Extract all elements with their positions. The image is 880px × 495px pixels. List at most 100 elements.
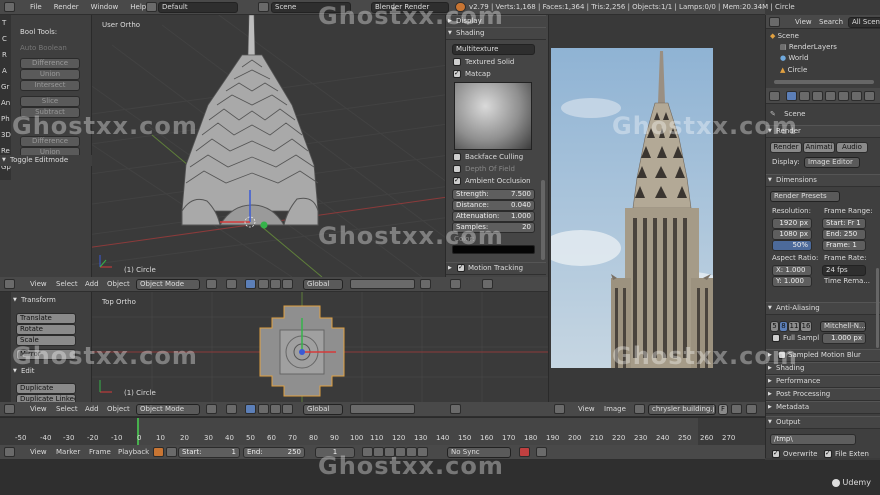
shading-icon-bottom[interactable] — [206, 404, 217, 414]
aa-11-button[interactable]: 11 — [788, 321, 800, 332]
bool-intersect-button[interactable]: Intersect — [20, 80, 80, 91]
move-icon[interactable] — [258, 279, 269, 289]
constraint-tab-icon[interactable] — [851, 91, 862, 101]
orientation-select[interactable]: Global — [303, 279, 343, 290]
menu-add-bottom[interactable]: Add — [85, 405, 99, 414]
aspect-y-field[interactable]: Y: 1.000 — [772, 276, 812, 287]
frame-start-field[interactable]: Start: Fr 1 — [822, 218, 866, 229]
aa-5-button[interactable]: 5 — [770, 321, 779, 332]
modifier-tab-icon[interactable] — [864, 91, 875, 101]
pivot-icon-bottom[interactable] — [226, 404, 237, 414]
aa-filter-select[interactable]: Mitchell-N... — [820, 321, 866, 332]
aa-size-field[interactable]: 1.000 px — [822, 333, 866, 344]
image-editor-type-icon[interactable] — [554, 404, 565, 414]
aa-8-button[interactable]: 8 — [779, 321, 788, 332]
image-file-select[interactable]: chrysler building.jpg — [648, 404, 716, 415]
render-button[interactable]: Render — [770, 142, 802, 153]
metadata-section[interactable]: Metadata — [766, 401, 880, 414]
image-close-icon[interactable] — [731, 404, 742, 414]
menu-help[interactable]: Help — [130, 3, 146, 11]
world-tab-icon[interactable] — [825, 91, 836, 101]
layout-icon[interactable] — [146, 2, 157, 12]
resolution-x-field[interactable]: 1920 px — [772, 218, 812, 229]
menu-select-bottom[interactable]: Select — [56, 405, 78, 414]
outliner-type-icon[interactable] — [769, 17, 780, 27]
ao-attenuation-field[interactable]: Attenuation: 1.000 — [452, 211, 535, 222]
info-editor-icon[interactable] — [4, 2, 15, 12]
manipulator-icon-bottom[interactable] — [245, 404, 256, 414]
tab-3d[interactable]: 3D — [1, 131, 11, 140]
ao-checkbox[interactable] — [453, 176, 461, 185]
menu-object[interactable]: Object — [107, 280, 130, 289]
editor-type-icon-bottom[interactable] — [4, 404, 15, 414]
display-select[interactable]: Image Editor — [804, 157, 860, 168]
timeline[interactable]: -50 -40 -30 -20 -10 0 10 20 30 40 50 60 … — [0, 417, 765, 446]
timeline-menu-view[interactable]: View — [30, 448, 47, 457]
backface-culling-checkbox[interactable] — [453, 153, 461, 161]
overwrite-checkbox[interactable] — [772, 449, 780, 458]
output-section[interactable]: Output — [766, 416, 880, 429]
menu-window[interactable]: Window — [91, 3, 119, 11]
outliner-item-circle[interactable]: ▲ Circle — [780, 66, 807, 75]
timeline-menu-marker[interactable]: Marker — [56, 448, 80, 457]
timeline-menu-frame[interactable]: Frame — [89, 448, 111, 457]
tab-anim2[interactable]: An — [1, 99, 10, 108]
dimensions-section[interactable]: Dimensions — [766, 174, 880, 187]
menu-render[interactable]: Render — [54, 3, 79, 11]
resolution-percent-field[interactable]: 50% — [772, 240, 812, 251]
scale-icon-bottom[interactable] — [282, 404, 293, 414]
tab-relations[interactable]: R — [2, 51, 7, 60]
outliner-item-world[interactable]: ● World — [780, 54, 808, 63]
image-fake-user-button[interactable]: F — [718, 404, 728, 415]
tab-physics[interactable]: Ph — [1, 115, 10, 124]
snap-icon[interactable] — [450, 279, 461, 289]
editor-type-icon[interactable] — [4, 279, 15, 289]
outliner-item-renderlayers[interactable]: ▤ RenderLayers — [780, 43, 837, 52]
ao-distance-field[interactable]: Distance: 0.040 — [452, 200, 535, 211]
performance-section[interactable]: Performance — [766, 375, 880, 388]
image-menu-view[interactable]: View — [578, 405, 595, 414]
timeline-start-field[interactable]: Start: 1 — [178, 447, 240, 458]
tab-create[interactable]: C — [2, 35, 7, 44]
dof-checkbox[interactable] — [453, 165, 461, 173]
gizmo-y[interactable] — [260, 221, 268, 229]
clock-icon[interactable] — [166, 447, 177, 457]
render-tab-icon[interactable] — [786, 91, 797, 101]
file-extensions-checkbox[interactable] — [824, 449, 832, 458]
menu-file[interactable]: File — [30, 3, 42, 11]
render-icon[interactable] — [482, 279, 493, 289]
outliner-item-scene[interactable]: ◆ Scene — [770, 32, 799, 41]
rotate-icon-bottom[interactable] — [270, 404, 281, 414]
mode-select[interactable]: Object Mode — [136, 279, 200, 290]
image-menu-image[interactable]: Image — [604, 405, 626, 414]
frame-end-field[interactable]: End: 250 — [822, 229, 866, 240]
outliner-display-select[interactable]: All Scenes — [848, 17, 880, 28]
frame-step-field[interactable]: Frame: 1 — [822, 240, 866, 251]
bool-slice-button[interactable]: Slice — [20, 96, 80, 107]
properties-type-icon[interactable] — [769, 91, 780, 101]
resolution-y-field[interactable]: 1080 px — [772, 229, 812, 240]
matcap-checkbox[interactable] — [453, 69, 461, 78]
outliner-scrollbar[interactable] — [774, 80, 874, 84]
lock-icon[interactable] — [420, 279, 431, 289]
image-pin-icon[interactable] — [746, 404, 757, 414]
render-presets-select[interactable]: Render Presets — [770, 191, 840, 202]
rotate-button[interactable]: Rotate — [16, 324, 76, 335]
menu-select[interactable]: Select — [56, 280, 78, 289]
scene-tab-icon[interactable] — [812, 91, 823, 101]
screen-layout-select[interactable]: Default — [158, 2, 238, 13]
keying-set-icon[interactable] — [536, 447, 547, 457]
post-processing-section[interactable]: Post Processing — [766, 388, 880, 401]
menu-object-bottom[interactable]: Object — [107, 405, 130, 414]
full-sample-checkbox[interactable] — [772, 334, 780, 342]
aa-16-button[interactable]: 16 — [800, 321, 812, 332]
object-tab-icon[interactable] — [838, 91, 849, 101]
outliner-menu-view[interactable]: View — [795, 18, 812, 27]
matcap-preview[interactable] — [454, 82, 532, 150]
motion-tracking-checkbox[interactable] — [457, 263, 465, 272]
ao-strength-field[interactable]: Strength: 7.500 — [452, 189, 535, 200]
pivot-icon[interactable] — [226, 279, 237, 289]
tab-animation[interactable]: A — [2, 67, 7, 76]
npanel-scrollbar[interactable] — [541, 180, 545, 260]
image-browse-icon[interactable] — [634, 404, 645, 414]
